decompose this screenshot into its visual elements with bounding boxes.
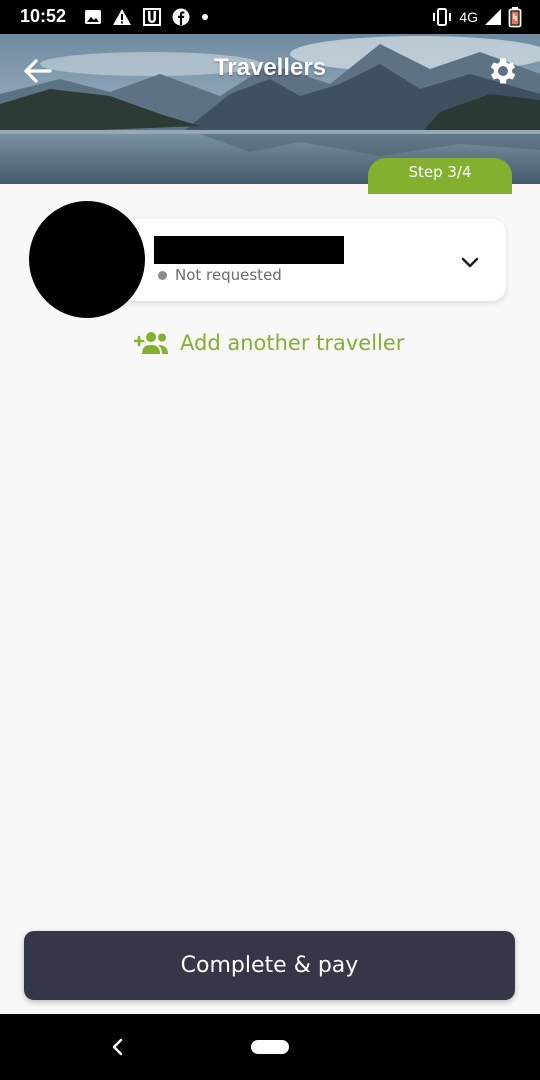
complete-pay-button[interactable]: Complete & pay: [24, 931, 515, 1000]
network-label: 4G: [459, 9, 478, 25]
expand-traveller-button[interactable]: [456, 248, 484, 276]
add-person-icon: [134, 332, 168, 354]
nav-back-icon: [112, 1038, 123, 1056]
status-label: Not requested: [175, 266, 282, 284]
status-time: 10:52: [20, 6, 67, 26]
u-app-icon: [143, 8, 161, 26]
status-dot-icon: [158, 270, 167, 280]
step-indicator: Step 3/4: [368, 158, 512, 194]
facebook-icon: [172, 8, 190, 26]
gear-icon: [490, 58, 516, 84]
nav-home-pill[interactable]: [251, 1040, 289, 1054]
signal-icon: [485, 9, 501, 25]
battery-icon: [508, 7, 522, 28]
warning-icon: [113, 9, 131, 25]
traveller-status: Not requested: [158, 266, 282, 284]
add-traveller-button[interactable]: Add another traveller: [134, 326, 404, 360]
vibrate-icon: [433, 8, 452, 26]
nav-back-button[interactable]: [106, 1034, 128, 1060]
system-icons: 4G: [431, 6, 522, 28]
chevron-down-icon: [461, 257, 479, 268]
status-bar: 10:52 4G: [0, 0, 540, 34]
dot-icon: [202, 14, 208, 20]
complete-pay-label: Complete & pay: [180, 953, 359, 978]
settings-button[interactable]: [486, 54, 520, 88]
add-traveller-label: Add another traveller: [180, 331, 405, 355]
notification-icons: [84, 7, 210, 27]
traveller-name-redacted: [154, 236, 344, 264]
page-title: Travellers: [213, 54, 327, 81]
avatar: [29, 201, 145, 318]
image-icon: [85, 10, 101, 24]
